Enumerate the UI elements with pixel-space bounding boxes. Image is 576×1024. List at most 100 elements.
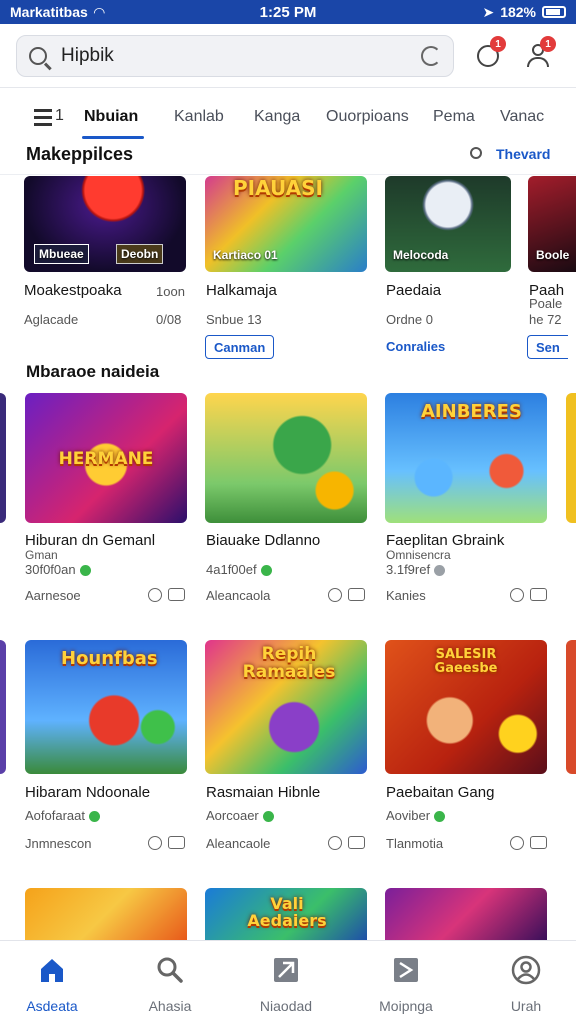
game-card-thumb[interactable]: SALESIR Gaeesbe <box>385 640 547 774</box>
game-card-thumb[interactable] <box>385 888 547 940</box>
search-header: Hipbik 1 1 <box>0 24 576 88</box>
active-tab-indicator <box>82 136 144 139</box>
share-icon[interactable] <box>168 588 185 601</box>
tab-kanga[interactable]: Kanga <box>254 108 300 126</box>
share-icon[interactable] <box>348 588 365 601</box>
wifi-icon: ◠ <box>93 3 105 20</box>
card-meta-text: Aorcoaer <box>206 808 259 823</box>
verified-icon <box>89 811 100 823</box>
game-card-thumb[interactable]: AINBERES <box>385 393 547 523</box>
verified-icon <box>79 565 91 577</box>
game-card-thumb[interactable]: Hounfbas <box>25 640 187 774</box>
share-icon[interactable] <box>530 588 547 601</box>
nav-label: Moipnga <box>379 998 433 1014</box>
card-meta: Aorcoaer <box>206 808 274 823</box>
share-icon[interactable] <box>348 836 365 849</box>
card-action-button[interactable]: Sen <box>527 335 568 359</box>
card-title[interactable]: Biauake Ddlanno <box>206 532 320 549</box>
card-title[interactable]: Paebaitan Gang <box>386 784 494 801</box>
bottom-navigation: Asdeata Ahasia Niaodad Moipnga Urah <box>0 940 576 1024</box>
edge-card-thumb[interactable] <box>566 640 576 774</box>
verified-icon <box>434 811 446 823</box>
nav-gallery[interactable]: Niaodad <box>236 951 336 1014</box>
game-card-thumb[interactable] <box>205 393 367 523</box>
card-meta: 0/08 <box>156 312 182 327</box>
section-title: Mbaraoe naideia <box>26 362 160 381</box>
marketplace-card-thumb[interactable]: Mbueae Deobn <box>24 176 186 272</box>
card-foot: Aleancaole <box>206 836 271 851</box>
marketplace-card-thumb[interactable]: Boole <box>528 176 576 272</box>
card-meta: 3.1f9ref <box>386 562 446 577</box>
share-icon[interactable] <box>168 836 185 849</box>
thumb-label: Mbueae <box>34 244 89 264</box>
like-icon[interactable] <box>510 588 524 602</box>
card-meta: Aofofaraat <box>25 808 100 823</box>
card-foot: Aarnesoe <box>25 588 81 603</box>
gallery-icon <box>274 958 298 982</box>
card-title[interactable]: Rasmaian Hibnle <box>206 784 320 801</box>
card-sub: he 72 <box>529 312 562 327</box>
marketplace-link[interactable]: Thevard <box>496 146 550 162</box>
edge-card-thumb[interactable] <box>0 393 6 523</box>
search-value: Hipbik <box>61 45 114 66</box>
game-card-thumb[interactable]: Repih Ramaales <box>205 640 367 774</box>
like-icon[interactable] <box>328 836 342 850</box>
edge-card-thumb[interactable] <box>0 640 6 774</box>
card-title[interactable]: Hiburan dn Gemanl <box>25 532 155 549</box>
game-card-thumb[interactable] <box>25 888 187 940</box>
nav-flag[interactable]: Moipnga <box>356 951 456 1014</box>
card-actions <box>510 588 547 602</box>
nav-search[interactable]: Ahasia <box>120 951 220 1014</box>
marketplace-card-thumb[interactable]: Melocoda <box>385 176 511 272</box>
section-search-icon[interactable] <box>470 147 482 159</box>
card-title[interactable]: Hibaram Ndoonale <box>25 784 150 801</box>
card-action-button[interactable]: Canman <box>205 335 275 359</box>
tab-vanac[interactable]: Vanac <box>500 108 544 126</box>
like-icon[interactable] <box>148 836 162 850</box>
tab-kanlab[interactable]: Kanlab <box>174 108 224 126</box>
like-icon[interactable] <box>328 588 342 602</box>
flag-icon <box>394 958 418 982</box>
share-icon[interactable] <box>530 836 547 849</box>
account-badge: 1 <box>540 36 556 52</box>
card-actions <box>148 836 185 850</box>
card-side: 1oon <box>156 284 185 299</box>
card-title[interactable]: Paedaia <box>386 282 441 299</box>
marketplace-title: Makeppilces <box>26 144 134 164</box>
nav-label: Urah <box>510 998 542 1014</box>
verified-icon <box>434 565 446 577</box>
game-card-thumb[interactable]: Vali Aedaiers <box>205 888 367 940</box>
tab-ouorpioans[interactable]: Ouorpioans <box>326 108 409 126</box>
marketplace-card-thumb[interactable]: PIAUASI Kartiaco 01 <box>205 176 367 272</box>
card-actions <box>328 588 365 602</box>
card-title[interactable]: Faeplitan Gbraink <box>386 532 504 549</box>
nav-profile[interactable]: Urah <box>476 951 576 1014</box>
thumb-banner: Repih Ramaales <box>242 644 336 682</box>
card-sub: Aglacade <box>24 312 79 327</box>
profile-icon <box>511 955 541 985</box>
card-title[interactable]: Halkamaja <box>206 282 277 299</box>
card-foot: Kanies <box>386 588 426 603</box>
thumb-banner: HERMANE <box>58 449 154 469</box>
thumb-label: Boole <box>536 248 570 262</box>
game-card-thumb[interactable]: HERMANE <box>25 393 187 523</box>
search-input[interactable]: Hipbik <box>16 35 454 77</box>
tab-pema[interactable]: Pema <box>433 108 475 126</box>
card-title[interactable]: Moakestpoaka <box>24 282 122 299</box>
tab-nbuian[interactable]: Nbuian <box>84 108 138 126</box>
card-link[interactable]: Conralies <box>386 339 445 354</box>
thumb-banner: Hounfbas <box>61 648 158 669</box>
card-meta-text: Aofofaraat <box>25 808 85 823</box>
like-icon[interactable] <box>510 836 524 850</box>
like-icon[interactable] <box>148 588 162 602</box>
nav-home[interactable]: Asdeata <box>2 951 102 1014</box>
account-button[interactable]: 1 <box>524 36 556 70</box>
status-time: 1:25 PM <box>259 3 317 21</box>
card-foot: Jnmnescon <box>25 836 92 851</box>
card-meta-text: 4a1f00ef <box>206 562 257 577</box>
search-icon <box>29 47 47 65</box>
battery-icon <box>542 6 566 18</box>
notifications-button[interactable]: 1 <box>474 36 506 70</box>
refresh-icon[interactable] <box>421 46 441 66</box>
edge-card-thumb[interactable] <box>566 393 576 523</box>
